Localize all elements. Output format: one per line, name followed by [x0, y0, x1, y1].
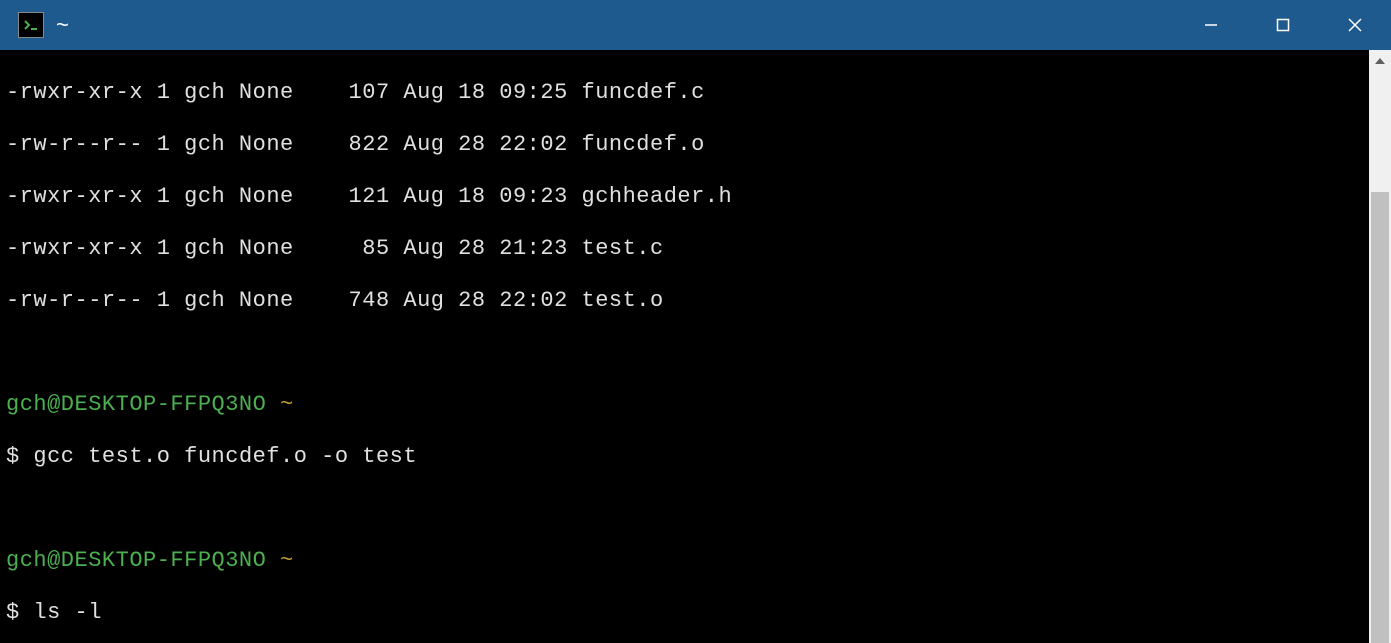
prompt-line: gch@DESKTOP-FFPQ3NO ~	[6, 392, 1369, 418]
window-controls	[1175, 0, 1391, 50]
ls-output-line: -rwxr-xr-x 1 gch None 85 Aug 28 21:23 te…	[6, 236, 1369, 262]
ls-output-line: -rwxr-xr-x 1 gch None 121 Aug 18 09:23 g…	[6, 184, 1369, 210]
command-line: $ gcc test.o funcdef.o -o test	[6, 444, 1369, 470]
command-text: gcc test.o funcdef.o -o test	[20, 444, 417, 469]
ls-output-line: -rwxr-xr-x 1 gch None 107 Aug 18 09:25 f…	[6, 80, 1369, 106]
command-text: ls -l	[20, 600, 102, 625]
terminal-window: ~ -rwxr-xr-x 1 gch None 107 Aug 18 09:25…	[0, 0, 1391, 643]
window-body: -rwxr-xr-x 1 gch None 107 Aug 18 09:25 f…	[0, 50, 1391, 643]
prompt-dollar: $	[6, 444, 20, 469]
prompt-user-host: gch@DESKTOP-FFPQ3NO	[6, 548, 266, 573]
blank-line	[6, 340, 1369, 366]
scrollbar-thumb[interactable]	[1371, 192, 1389, 643]
titlebar[interactable]: ~	[0, 0, 1391, 50]
prompt-line: gch@DESKTOP-FFPQ3NO ~	[6, 548, 1369, 574]
minimize-button[interactable]	[1175, 0, 1247, 50]
scroll-up-button[interactable]	[1369, 50, 1391, 72]
prompt-path: ~	[280, 548, 294, 573]
terminal-content[interactable]: -rwxr-xr-x 1 gch None 107 Aug 18 09:25 f…	[0, 50, 1369, 643]
scrollbar-track[interactable]	[1369, 72, 1391, 643]
ls-output-line: -rw-r--r-- 1 gch None 748 Aug 28 22:02 t…	[6, 288, 1369, 314]
maximize-button[interactable]	[1247, 0, 1319, 50]
command-line: $ ls -l	[6, 600, 1369, 626]
app-icon	[18, 12, 44, 38]
prompt-path: ~	[280, 392, 294, 417]
prompt-user-host: gch@DESKTOP-FFPQ3NO	[6, 392, 266, 417]
window-title: ~	[56, 12, 69, 38]
blank-line	[6, 496, 1369, 522]
ls-output-line: -rw-r--r-- 1 gch None 822 Aug 28 22:02 f…	[6, 132, 1369, 158]
prompt-dollar: $	[6, 600, 20, 625]
titlebar-left: ~	[0, 12, 69, 38]
scrollbar[interactable]	[1369, 50, 1391, 643]
close-button[interactable]	[1319, 0, 1391, 50]
